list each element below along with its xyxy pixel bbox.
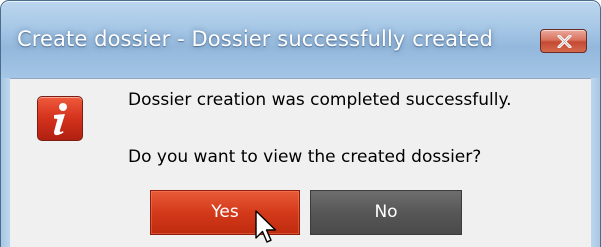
dialog-window: Create dossier - Dossier successfully cr… xyxy=(0,0,601,247)
yes-button[interactable]: Yes xyxy=(150,190,300,235)
window-frame-right xyxy=(591,78,601,247)
message-line-1: Dossier creation was completed successfu… xyxy=(128,90,512,110)
title-bar[interactable]: Create dossier - Dossier successfully cr… xyxy=(0,0,601,80)
no-button[interactable]: No xyxy=(310,190,462,235)
window-frame-left xyxy=(0,78,10,247)
message-line-2: Do you want to view the created dossier? xyxy=(128,147,482,167)
window-title: Create dossier - Dossier successfully cr… xyxy=(17,27,493,51)
close-button[interactable] xyxy=(540,29,587,53)
arrow-pointer-icon xyxy=(255,210,277,243)
dialog-content: Dossier creation was completed successfu… xyxy=(10,78,591,247)
close-x-icon xyxy=(557,35,572,48)
info-icon xyxy=(37,96,83,141)
